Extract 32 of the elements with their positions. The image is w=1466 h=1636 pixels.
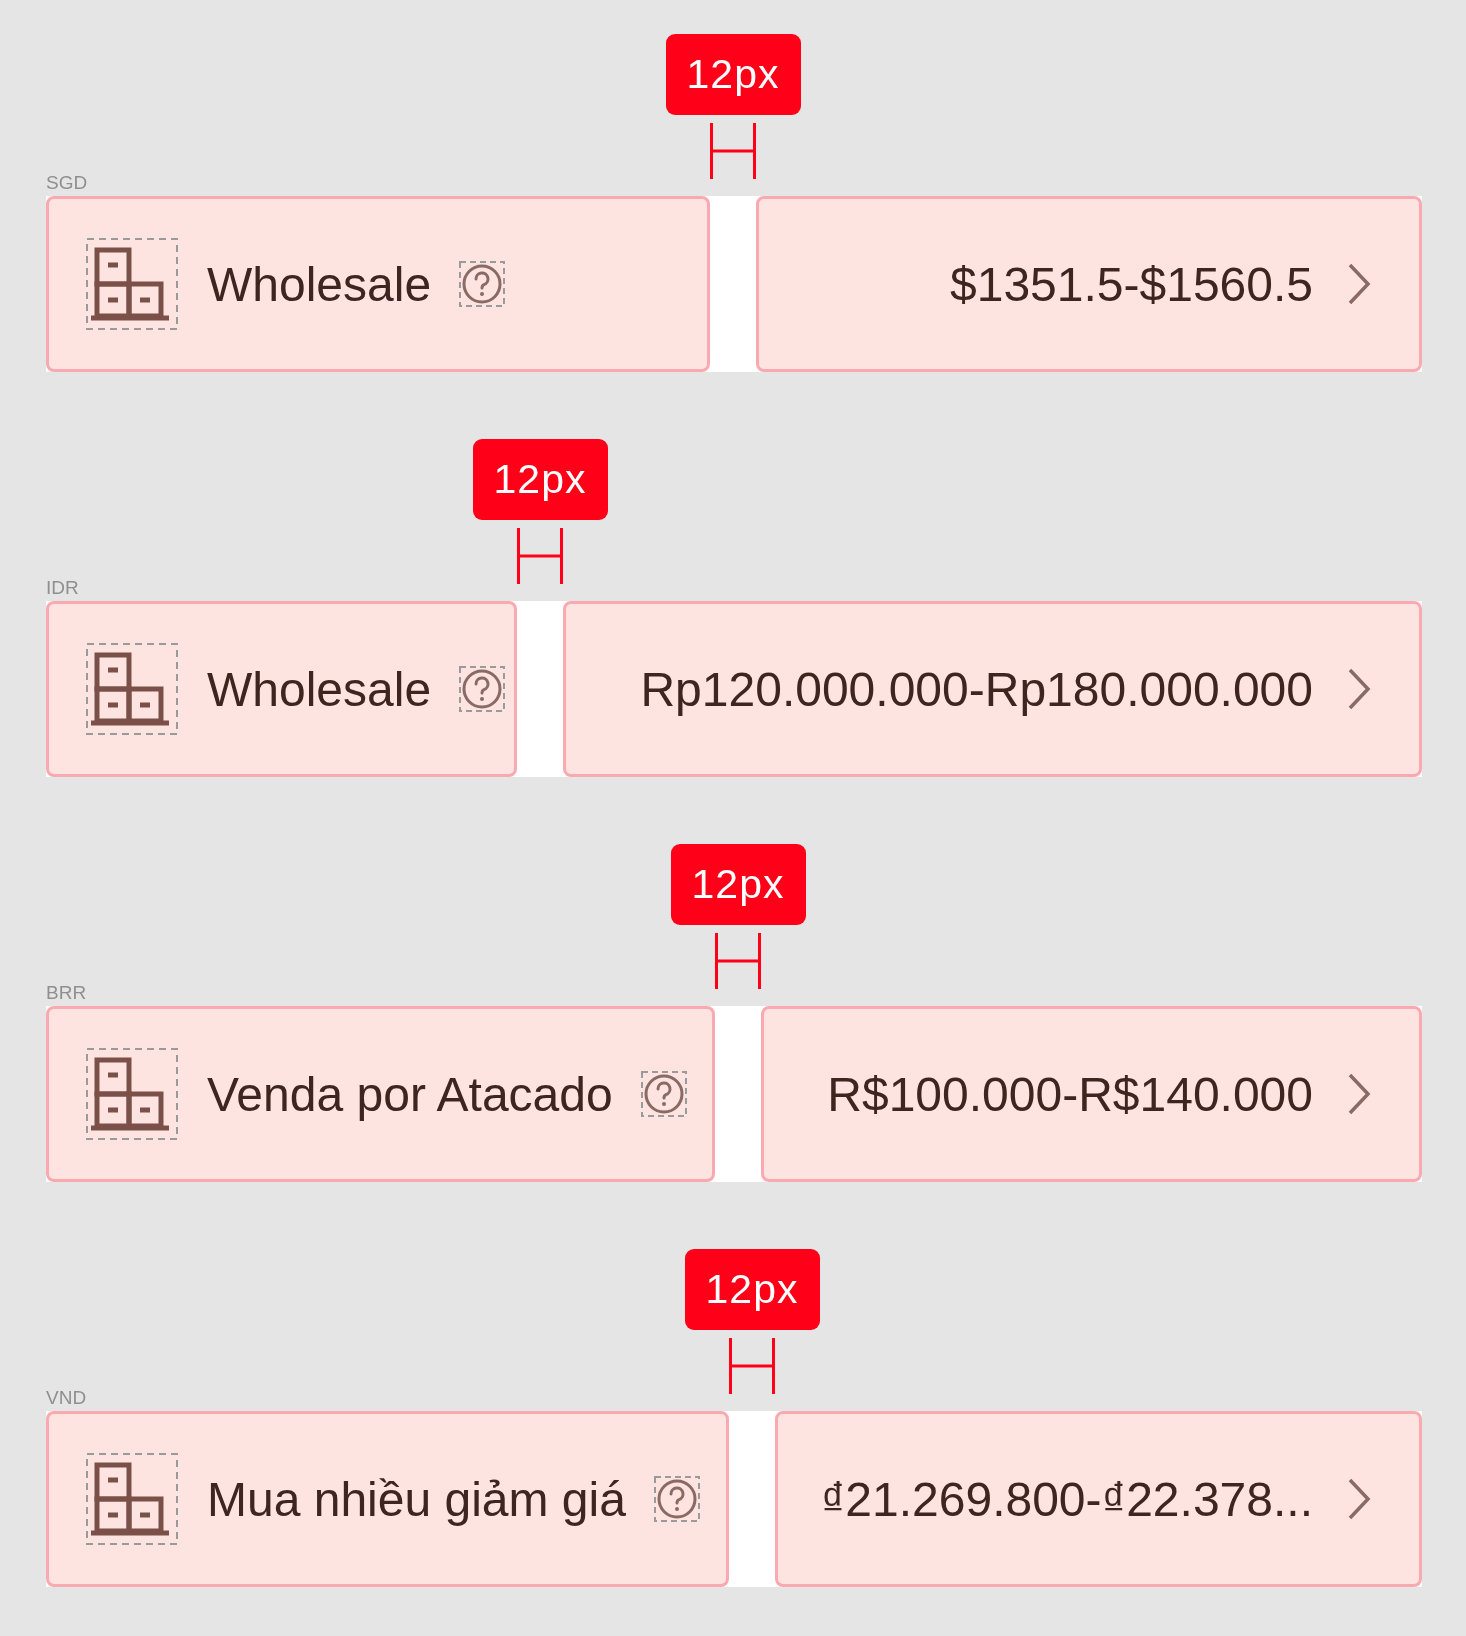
currency-label: SGD <box>46 172 88 193</box>
chevron-icon <box>1347 262 1371 306</box>
help-icon[interactable] <box>459 666 506 712</box>
price-range-button[interactable]: Rp120.000.000-Rp180.000.000 <box>563 601 1422 777</box>
dimension-marker <box>715 933 761 989</box>
tier-label: Mua nhiều giảm giá <box>207 1471 626 1527</box>
spacing-badge: 12px <box>684 1249 820 1330</box>
spacing-badge: 12px <box>472 439 608 520</box>
price-range-button[interactable]: $1351.5-$1560.5 <box>756 196 1422 372</box>
currency-label: BRR <box>46 982 87 1003</box>
chevron-icon <box>1347 1477 1371 1521</box>
dimension-marker <box>729 1338 775 1394</box>
spacing-badge: 12px <box>665 34 801 115</box>
help-icon[interactable] <box>653 1476 700 1522</box>
help-icon[interactable] <box>459 261 506 307</box>
spacing-badge: 12px <box>670 844 806 925</box>
chevron-icon <box>1347 667 1371 711</box>
tier-label: Venda por Atacado <box>207 1066 613 1122</box>
tier-label: Wholesale <box>207 256 432 312</box>
dimension-marker <box>517 528 563 584</box>
price-range-button[interactable]: ₫21.269.800-₫22.378... <box>775 1411 1422 1587</box>
currency-label: IDR <box>46 577 79 598</box>
boxes-icon <box>86 1048 178 1140</box>
chevron-icon <box>1347 1072 1371 1116</box>
boxes-icon <box>86 1453 178 1545</box>
help-icon[interactable] <box>640 1071 687 1117</box>
boxes-icon <box>86 238 178 330</box>
tier-label: Wholesale <box>207 661 432 717</box>
currency-label: VND <box>46 1387 87 1408</box>
dimension-marker <box>710 123 756 179</box>
price-range-button[interactable]: R$100.000-R$140.000 <box>761 1006 1422 1182</box>
boxes-icon <box>86 643 178 735</box>
